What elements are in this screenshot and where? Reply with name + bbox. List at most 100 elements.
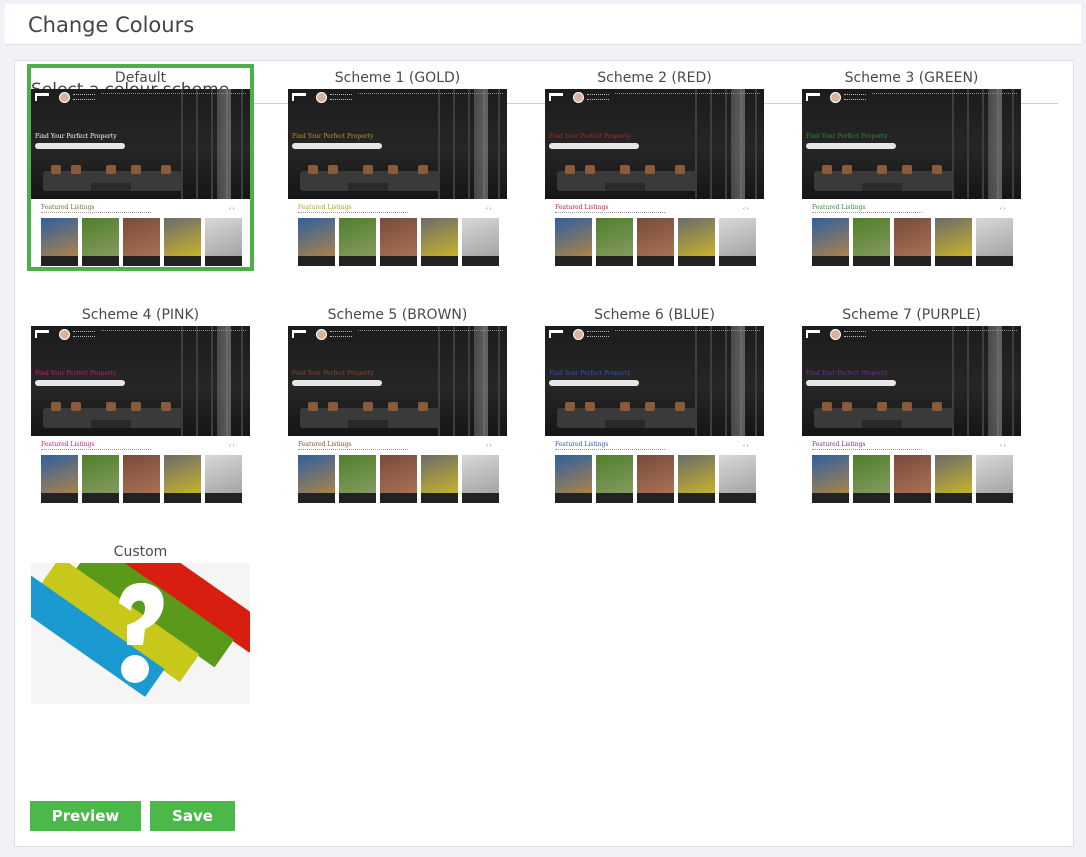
listing-photo: [976, 455, 1013, 503]
listing-photo: [82, 218, 119, 266]
listing-photo: [82, 455, 119, 503]
listing-photo: [462, 218, 499, 266]
featured-listings-heading: Featured Listings: [812, 204, 866, 211]
carousel-arrows: ‹ ›: [229, 206, 235, 212]
featured-listings-heading: Featured Listings: [812, 441, 866, 448]
search-bar: [292, 143, 382, 149]
listing-photo: [339, 455, 376, 503]
scheme-custom[interactable]: Custom: [27, 538, 254, 745]
featured-listings-subtext: [555, 212, 665, 214]
contact-info: [587, 94, 609, 100]
listing-photo: [853, 218, 890, 266]
hero-image: Find Your Perfect Property: [802, 89, 1021, 199]
listing-photo: [555, 455, 592, 503]
contact-info: [844, 94, 866, 100]
logo-icon: [292, 330, 306, 338]
scheme-preview-thumbnail: Find Your Perfect Property Featured Listi…: [802, 89, 1021, 267]
hero-headline: Find Your Perfect Property: [292, 370, 374, 377]
logo-icon: [35, 93, 49, 101]
listing-photo: [678, 455, 715, 503]
carousel-arrows: ‹ ›: [743, 443, 749, 449]
scheme-label: Scheme 1 (GOLD): [334, 70, 461, 86]
hero-image: Find Your Perfect Property: [288, 326, 507, 436]
avatar: [830, 92, 841, 103]
scheme-preview-thumbnail: Find Your Perfect Property Featured Listi…: [545, 89, 764, 267]
scheme-option-2[interactable]: Scheme 2 (RED) Find Your Perfect Property…: [541, 64, 768, 271]
nav-bar: [872, 330, 1017, 332]
listing-photo: [853, 455, 890, 503]
logo-icon: [549, 330, 563, 338]
hero-image: Find Your Perfect Property: [31, 326, 250, 436]
hero-image: Find Your Perfect Property: [288, 89, 507, 199]
carousel-arrows: ‹ ›: [1000, 443, 1006, 449]
listing-photo: [462, 455, 499, 503]
search-bar: [35, 380, 125, 386]
logo-icon: [806, 330, 820, 338]
page-title: Change Colours: [28, 13, 195, 37]
scheme-preview-thumbnail: Find Your Perfect Property Featured Listi…: [288, 89, 507, 267]
listing-photo: [596, 218, 633, 266]
listing-photo: [298, 455, 335, 503]
scheme-option-7[interactable]: Scheme 7 (PURPLE) Find Your Perfect Prope…: [798, 301, 1025, 508]
listing-photo: [298, 218, 335, 266]
listing-photo: [678, 218, 715, 266]
scheme-option-5[interactable]: Scheme 5 (BROWN) Find Your Perfect Proper…: [284, 301, 511, 508]
featured-listings-subtext: [41, 449, 151, 451]
avatar: [573, 92, 584, 103]
avatar: [59, 92, 70, 103]
scheme-option-3[interactable]: Scheme 3 (GREEN) Find Your Perfect Proper…: [798, 64, 1025, 271]
scheme-label: Scheme 2 (RED): [597, 70, 712, 86]
avatar: [316, 329, 327, 340]
nav-bar: [615, 93, 760, 95]
nav-bar: [101, 93, 246, 95]
carousel-arrows: ‹ ›: [229, 443, 235, 449]
scheme-option-4[interactable]: Scheme 4 (PINK) Find Your Perfect Propert…: [27, 301, 254, 508]
listing-photo: [421, 218, 458, 266]
listing-photo: [719, 218, 756, 266]
hero-headline: Find Your Perfect Property: [549, 133, 631, 140]
scheme-option-1[interactable]: Scheme 1 (GOLD) Find Your Perfect Propert…: [284, 64, 511, 271]
nav-bar: [872, 93, 1017, 95]
featured-listings-heading: Featured Listings: [298, 441, 352, 448]
listing-photo: [123, 218, 160, 266]
hero-image: Find Your Perfect Property: [802, 326, 1021, 436]
featured-listings-subtext: [298, 212, 408, 214]
listing-photo: [596, 455, 633, 503]
hero-headline: Find Your Perfect Property: [806, 133, 888, 140]
listing-photo: [205, 218, 242, 266]
contact-info: [587, 331, 609, 337]
listing-photo: [41, 455, 78, 503]
scheme-option-0[interactable]: Default Find Your Perfect Property Feature…: [27, 64, 254, 271]
listing-photo: [637, 455, 674, 503]
contact-info: [330, 331, 352, 337]
listing-photo: [719, 455, 756, 503]
scheme-label: Scheme 3 (GREEN): [844, 70, 979, 86]
avatar: [59, 329, 70, 340]
scheme-option-6[interactable]: Scheme 6 (BLUE) Find Your Perfect Propert…: [541, 301, 768, 508]
featured-listings-subtext: [555, 449, 665, 451]
listing-photo: [555, 218, 592, 266]
title-bar: Change Colours: [5, 4, 1081, 45]
hero-headline: Find Your Perfect Property: [35, 370, 117, 377]
hero-image: Find Your Perfect Property: [31, 89, 250, 199]
search-bar: [292, 380, 382, 386]
listing-photo: [894, 455, 931, 503]
featured-listings-heading: Featured Listings: [41, 441, 95, 448]
listing-photo: [812, 218, 849, 266]
save-button[interactable]: Save: [150, 801, 235, 831]
listing-photo: [894, 218, 931, 266]
featured-listings-subtext: [41, 212, 151, 214]
scheme-preview-thumbnail: Find Your Perfect Property Featured Listi…: [31, 326, 250, 504]
carousel-arrows: ‹ ›: [486, 206, 492, 212]
hero-headline: Find Your Perfect Property: [806, 370, 888, 377]
listing-photo: [339, 218, 376, 266]
listing-photo: [380, 455, 417, 503]
avatar: [830, 329, 841, 340]
preview-button[interactable]: Preview: [30, 801, 141, 831]
nav-bar: [358, 330, 503, 332]
contact-info: [73, 94, 95, 100]
hero-headline: Find Your Perfect Property: [292, 133, 374, 140]
logo-icon: [806, 93, 820, 101]
listing-photo: [205, 455, 242, 503]
listing-photo: [164, 455, 201, 503]
